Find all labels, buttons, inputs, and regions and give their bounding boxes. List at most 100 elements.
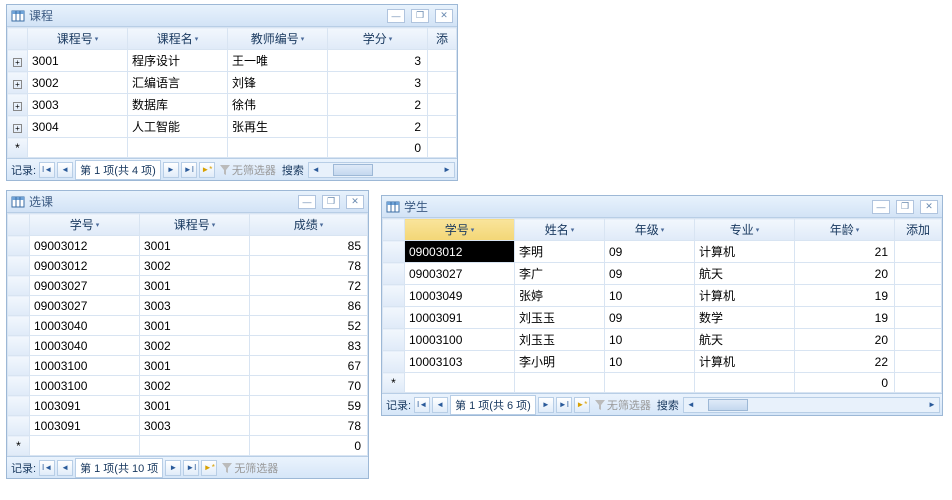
- cell-year[interactable]: 10: [605, 351, 695, 373]
- cell[interactable]: [895, 263, 942, 285]
- cell-name[interactable]: 刘玉玉: [515, 329, 605, 351]
- cell-course-id[interactable]: 3001: [140, 276, 250, 296]
- nav-prev[interactable]: ◄: [57, 460, 73, 476]
- cell[interactable]: 0: [328, 138, 428, 158]
- nav-next[interactable]: ►: [165, 460, 181, 476]
- row-selector[interactable]: [8, 336, 30, 356]
- col-age[interactable]: 年龄▾: [795, 219, 895, 241]
- cell-student-id[interactable]: 10003100: [405, 329, 515, 351]
- maximize-button[interactable]: ❐: [896, 200, 914, 214]
- cell-major[interactable]: 数学: [695, 307, 795, 329]
- cell-grade[interactable]: 78: [250, 416, 368, 436]
- cell-age[interactable]: 19: [795, 307, 895, 329]
- row-selector[interactable]: [383, 285, 405, 307]
- cell-student-id[interactable]: 10003040: [30, 336, 140, 356]
- nav-first[interactable]: I◄: [414, 397, 430, 413]
- expand-toggle[interactable]: +: [8, 94, 28, 116]
- cell-grade[interactable]: 70: [250, 376, 368, 396]
- cell-student-id[interactable]: 1003091: [30, 416, 140, 436]
- cell-course-id[interactable]: 3002: [140, 256, 250, 276]
- cell-student-id[interactable]: 09003012: [30, 236, 140, 256]
- cell-course-id[interactable]: 3001: [140, 236, 250, 256]
- new-row-marker[interactable]: *: [8, 436, 30, 456]
- minimize-button[interactable]: —: [298, 195, 316, 209]
- maximize-button[interactable]: ❐: [322, 195, 340, 209]
- cell-teacher[interactable]: 王一唯: [228, 50, 328, 72]
- col-add[interactable]: 添: [428, 28, 457, 50]
- nav-next[interactable]: ►: [163, 162, 179, 178]
- cell-grade[interactable]: 52: [250, 316, 368, 336]
- nav-new[interactable]: ►*: [199, 162, 215, 178]
- row-selector[interactable]: [8, 276, 30, 296]
- minimize-button[interactable]: —: [872, 200, 890, 214]
- cell-age[interactable]: 22: [795, 351, 895, 373]
- cell-teacher[interactable]: 张再生: [228, 116, 328, 138]
- cell-student-id[interactable]: 09003012: [405, 241, 515, 263]
- cell-student-id[interactable]: 10003103: [405, 351, 515, 373]
- new-row-marker[interactable]: *: [8, 138, 28, 158]
- cell-year[interactable]: 09: [605, 307, 695, 329]
- cell-course-id[interactable]: 3002: [140, 376, 250, 396]
- nav-last[interactable]: ►I: [183, 460, 199, 476]
- close-button[interactable]: ✕: [435, 9, 453, 23]
- cell-teacher[interactable]: 刘锋: [228, 72, 328, 94]
- cell-student-id[interactable]: 10003040: [30, 316, 140, 336]
- h-scrollbar[interactable]: ◄►: [308, 162, 455, 178]
- expand-toggle[interactable]: +: [8, 72, 28, 94]
- cell-grade[interactable]: 83: [250, 336, 368, 356]
- scroll-thumb[interactable]: [333, 164, 373, 176]
- cell-age[interactable]: 20: [795, 329, 895, 351]
- titlebar-course[interactable]: 课程 — ❐ ✕: [7, 5, 457, 27]
- cell-major[interactable]: 航天: [695, 263, 795, 285]
- col-name[interactable]: 姓名▾: [515, 219, 605, 241]
- row-selector-header[interactable]: [8, 214, 30, 236]
- cell[interactable]: [515, 373, 605, 393]
- maximize-button[interactable]: ❐: [411, 9, 429, 23]
- col-credit[interactable]: 学分▾: [328, 28, 428, 50]
- nav-first[interactable]: I◄: [39, 460, 55, 476]
- cell-name[interactable]: 李小明: [515, 351, 605, 373]
- cell-year[interactable]: 10: [605, 329, 695, 351]
- cell-course-id[interactable]: 3003: [140, 416, 250, 436]
- row-selector[interactable]: [8, 296, 30, 316]
- cell-credit[interactable]: 3: [328, 72, 428, 94]
- nav-last[interactable]: ►I: [556, 397, 572, 413]
- col-grade[interactable]: 成绩▾: [250, 214, 368, 236]
- cell[interactable]: 0: [250, 436, 368, 456]
- cell-grade[interactable]: 85: [250, 236, 368, 256]
- cell-credit[interactable]: 3: [328, 50, 428, 72]
- cell-student-id[interactable]: 09003027: [30, 276, 140, 296]
- cell[interactable]: [428, 116, 457, 138]
- row-selector[interactable]: [8, 356, 30, 376]
- nav-prev[interactable]: ◄: [432, 397, 448, 413]
- row-selector[interactable]: [8, 416, 30, 436]
- titlebar-enroll[interactable]: 选课 — ❐ ✕: [7, 191, 368, 213]
- cell-name[interactable]: 张婷: [515, 285, 605, 307]
- cell-grade[interactable]: 59: [250, 396, 368, 416]
- col-student-id[interactable]: 学号▾: [405, 219, 515, 241]
- cell-student-id[interactable]: 09003012: [30, 256, 140, 276]
- cell[interactable]: [695, 373, 795, 393]
- cell-grade[interactable]: 86: [250, 296, 368, 316]
- row-selector[interactable]: [383, 329, 405, 351]
- cell-credit[interactable]: 2: [328, 116, 428, 138]
- cell-year[interactable]: 09: [605, 241, 695, 263]
- cell-course-id[interactable]: 3001: [28, 50, 128, 72]
- col-course-name[interactable]: 课程名▾: [128, 28, 228, 50]
- cell-grade[interactable]: 72: [250, 276, 368, 296]
- cell-major[interactable]: 计算机: [695, 351, 795, 373]
- cell-course-id[interactable]: 3001: [140, 356, 250, 376]
- nav-last[interactable]: ►I: [181, 162, 197, 178]
- row-selector[interactable]: [383, 307, 405, 329]
- row-selector-header[interactable]: [8, 28, 28, 50]
- cell-course-id[interactable]: 3004: [28, 116, 128, 138]
- cell-course-id[interactable]: 3002: [28, 72, 128, 94]
- cell-course-name[interactable]: 汇编语言: [128, 72, 228, 94]
- cell[interactable]: [428, 138, 457, 158]
- cell-major[interactable]: 航天: [695, 329, 795, 351]
- nav-new[interactable]: ►*: [201, 460, 217, 476]
- cell-name[interactable]: 李明: [515, 241, 605, 263]
- cell-student-id[interactable]: 10003091: [405, 307, 515, 329]
- col-student-id[interactable]: 学号▾: [30, 214, 140, 236]
- cell-teacher[interactable]: 徐伟: [228, 94, 328, 116]
